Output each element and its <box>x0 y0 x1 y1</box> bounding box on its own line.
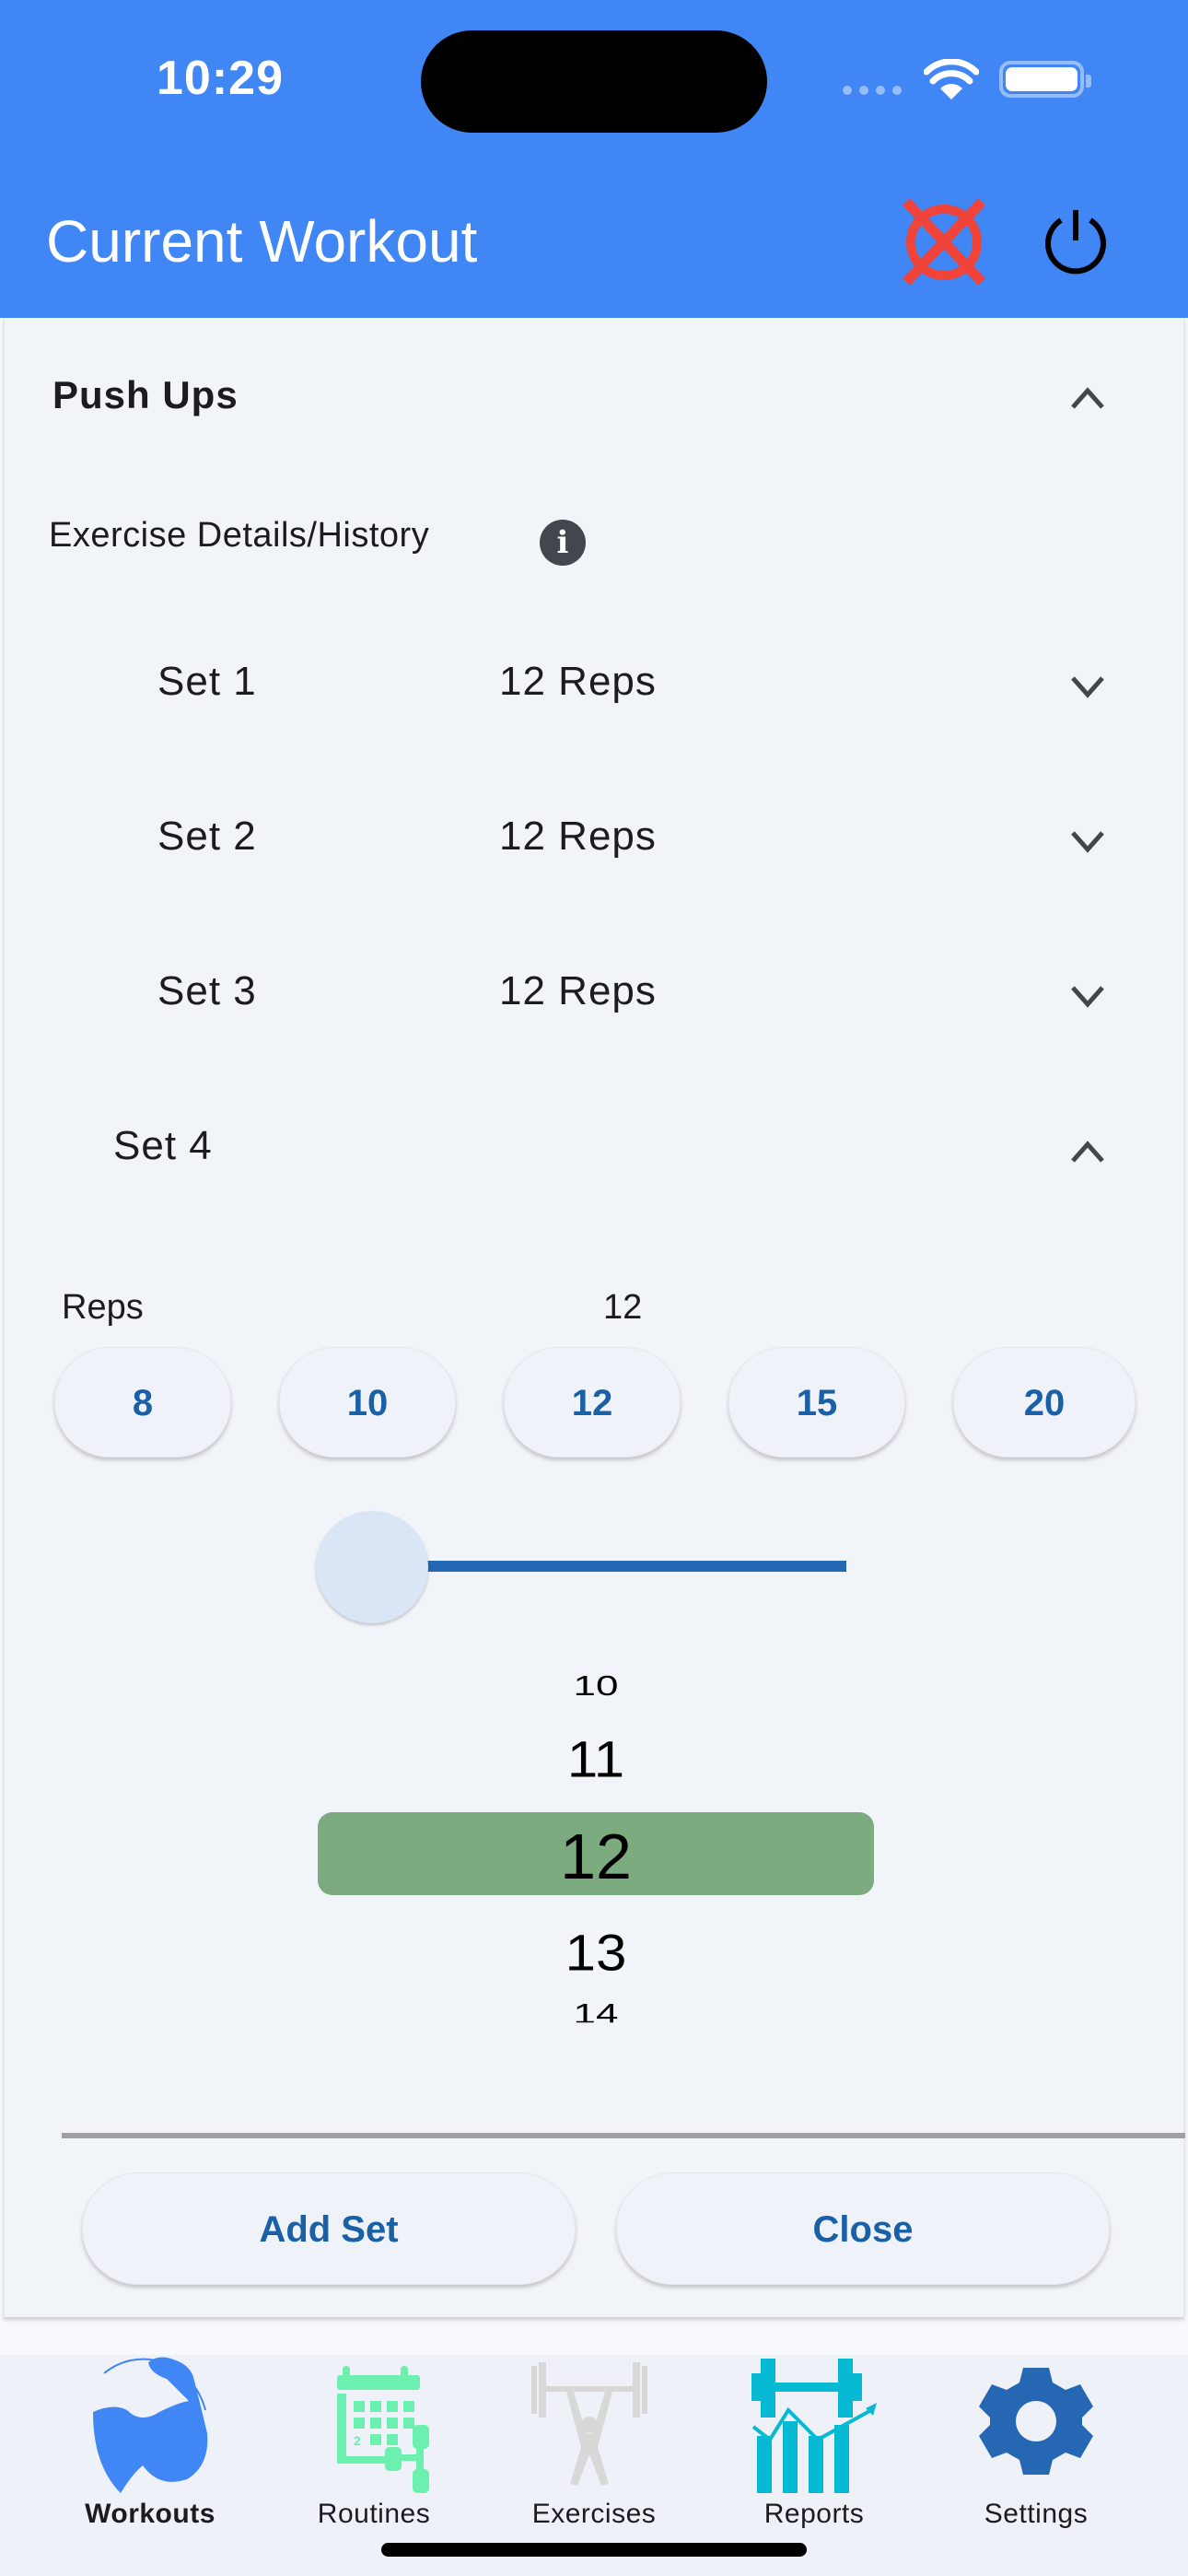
add-set-button[interactable]: Add Set <box>82 2172 576 2285</box>
chevron-down-icon[interactable] <box>1069 984 1106 1010</box>
chevron-down-icon[interactable] <box>1069 829 1106 855</box>
cellular-signal-icon <box>843 86 902 95</box>
set-row[interactable]: Set 2 12 Reps <box>5 786 1185 896</box>
picker-item[interactable]: 13 <box>318 1924 874 1982</box>
svg-text:2: 2 <box>354 2433 361 2448</box>
weightlifter-icon <box>531 2362 647 2486</box>
flexed-arm-icon <box>93 2357 208 2493</box>
tab-label: Reports <box>763 2499 865 2529</box>
dumbbell-chart-icon <box>751 2359 877 2493</box>
tab-exercises[interactable]: Exercises <box>502 2355 686 2539</box>
reps-value: 12 <box>603 1288 643 1327</box>
tab-label: Routines <box>317 2499 431 2529</box>
info-icon[interactable]: i <box>540 520 586 566</box>
tab-routines[interactable]: 2 Routines <box>282 2355 466 2539</box>
quick-pick-chip[interactable]: 8 <box>54 1347 231 1458</box>
set-label: Set 3 <box>157 968 257 1013</box>
gear-icon <box>979 2368 1093 2475</box>
tab-settings[interactable]: Settings <box>944 2355 1128 2539</box>
dynamic-island <box>421 30 767 133</box>
quick-pick-chip[interactable]: 15 <box>728 1347 905 1458</box>
picker-item[interactable]: 10 <box>318 1670 874 1703</box>
reps-wheel-picker[interactable]: 10 11 12 13 14 <box>318 1645 874 2032</box>
calendar-dumbbell-icon: 2 <box>337 2366 429 2493</box>
chevron-down-icon[interactable] <box>1069 674 1106 700</box>
page-title: Current Workout <box>46 208 478 275</box>
tab-label: Workouts <box>85 2499 215 2529</box>
exercise-name: Push Ups <box>52 373 239 416</box>
home-indicator <box>381 2543 807 2557</box>
picker-item-selected[interactable]: 12 <box>318 1820 874 1893</box>
set-reps: 12 Reps <box>499 814 657 859</box>
tab-label: Settings <box>984 2499 1089 2529</box>
quick-pick-chip[interactable]: 20 <box>953 1347 1136 1458</box>
reps-slider-thumb[interactable] <box>316 1511 428 1623</box>
tab-label: Exercises <box>531 2499 657 2529</box>
set-row[interactable]: Set 3 12 Reps <box>5 941 1185 1051</box>
set-label: Set 1 <box>157 659 257 704</box>
exercise-details-link[interactable]: Exercise Details/History <box>49 516 429 556</box>
set-row-expanded[interactable]: Set 4 <box>5 1095 1185 1206</box>
chevron-up-icon[interactable] <box>1069 1139 1106 1165</box>
wifi-icon <box>924 59 979 100</box>
cancel-workout-icon[interactable] <box>903 198 985 286</box>
status-time: 10:29 <box>157 52 284 105</box>
reps-label: Reps <box>62 1288 144 1327</box>
screen: 10:29 Current Workout Push Ups Exercise … <box>0 0 1188 2576</box>
reps-slider-track[interactable] <box>419 1561 846 1572</box>
battery-icon <box>999 61 1091 98</box>
set-label: Set 4 <box>113 1123 213 1168</box>
exercise-card: Push Ups Exercise Details/History i Set … <box>4 318 1185 2317</box>
tab-workouts[interactable]: Workouts <box>58 2355 242 2539</box>
app-header: 10:29 Current Workout <box>0 0 1188 318</box>
quick-pick-chip[interactable]: 10 <box>279 1347 456 1458</box>
picker-item[interactable]: 14 <box>318 1998 874 2023</box>
divider <box>62 2133 1185 2138</box>
quick-pick-chip[interactable]: 12 <box>504 1347 681 1458</box>
close-button[interactable]: Close <box>616 2172 1110 2285</box>
set-reps: 12 Reps <box>499 968 657 1013</box>
picker-item[interactable]: 11 <box>318 1730 874 1788</box>
set-reps: 12 Reps <box>499 659 657 704</box>
power-icon[interactable] <box>1041 207 1111 277</box>
set-row[interactable]: Set 1 12 Reps <box>5 631 1185 742</box>
tab-reports[interactable]: Reports <box>722 2355 906 2539</box>
chevron-up-icon[interactable] <box>1069 385 1106 411</box>
set-label: Set 2 <box>157 814 257 859</box>
